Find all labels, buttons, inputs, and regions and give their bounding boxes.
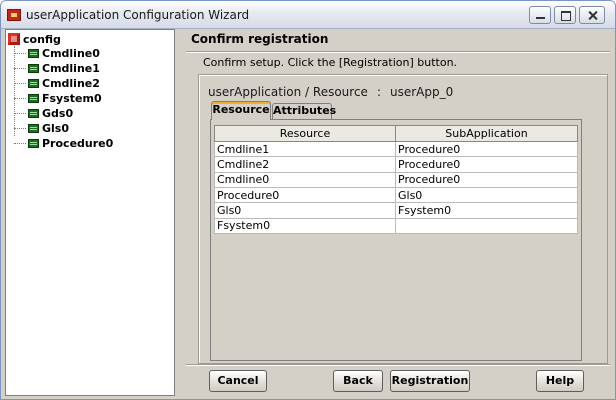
tree-item-label: Gds0: [42, 106, 74, 120]
instruction-text: Confirm setup. Click the [Registration] …: [203, 56, 458, 69]
tree-item-gls0[interactable]: Gls0: [14, 121, 69, 135]
title-bar[interactable]: userApplication Configuration Wizard: [1, 1, 615, 29]
config-root-icon: [8, 33, 20, 45]
table-row[interactable]: Procedure0 Gls0: [214, 186, 578, 204]
tree-branch: [14, 127, 26, 129]
resource-value: userApp_0: [389, 85, 454, 99]
tree-item-fsystem0[interactable]: Fsystem0: [14, 91, 102, 105]
table-header-row: Resource SubApplication: [214, 125, 578, 142]
resource-icon: [28, 78, 39, 88]
footer-divider: [186, 364, 610, 366]
resource-icon: [28, 123, 39, 133]
resource-icon: [28, 48, 39, 58]
cell-resource: Cmdline0: [214, 171, 396, 188]
tab-attributes[interactable]: Attributes: [272, 103, 336, 119]
registration-button[interactable]: Registration: [390, 370, 470, 392]
tree-item-label: Cmdline0: [42, 46, 100, 60]
tree-branch: [14, 97, 26, 99]
cell-resource: Fsystem0: [214, 217, 396, 235]
config-tree[interactable]: config Cmdline0 Cmdline1 Cmdline2 Fsyste…: [5, 29, 175, 396]
resource-icon: [28, 63, 39, 73]
app-icon: [7, 9, 21, 21]
cell-subapplication: Gls0: [395, 186, 578, 204]
table-row[interactable]: Cmdline2 Procedure0: [214, 156, 578, 173]
tree-branch: [14, 82, 26, 84]
tree-item-label: Gls0: [42, 121, 70, 135]
table-row[interactable]: Cmdline0 Procedure0: [214, 171, 578, 188]
maximize-button[interactable]: [554, 6, 576, 24]
column-header-resource[interactable]: Resource: [214, 125, 396, 142]
tree-item-cmdline0[interactable]: Cmdline0: [14, 46, 100, 60]
cell-resource: Cmdline2: [214, 156, 396, 173]
cell-resource: Procedure0: [214, 186, 396, 204]
cell-resource: Cmdline1: [214, 140, 396, 158]
table-row[interactable]: Fsystem0: [214, 217, 578, 235]
resource-icon: [28, 138, 39, 148]
tree-item-cmdline1[interactable]: Cmdline1: [14, 61, 100, 75]
tree-item-procedure0[interactable]: Procedure0: [14, 136, 113, 150]
configuration-wizard-window: userApplication Configuration Wizard con…: [0, 0, 616, 400]
resource-icon: [28, 93, 39, 103]
tree-branch: [14, 52, 26, 54]
window-title: userApplication Configuration Wizard: [26, 8, 250, 22]
resource-icon: [28, 108, 39, 118]
tree-branch: [14, 67, 26, 69]
back-button[interactable]: Back: [333, 370, 383, 392]
cell-subapplication: Procedure0: [395, 140, 578, 158]
page-title: Confirm registration: [191, 32, 329, 46]
tree-item-label: Procedure0: [42, 136, 114, 150]
header-divider: [186, 51, 610, 53]
cell-subapplication: Fsystem0: [395, 202, 578, 219]
tree-item-label: Fsystem0: [42, 91, 102, 105]
table-row[interactable]: Cmdline1 Procedure0: [214, 140, 578, 158]
tree-item-cmdline2[interactable]: Cmdline2: [14, 76, 100, 90]
tree-branch: [14, 112, 26, 114]
cell-subapplication: Procedure0: [395, 171, 578, 188]
cell-subapplication: [395, 217, 578, 235]
cell-resource: Gls0: [214, 202, 396, 219]
table-row[interactable]: Gls0 Fsystem0: [214, 202, 578, 219]
close-button[interactable]: [579, 6, 605, 24]
resource-label: userApplication / Resource: [208, 85, 368, 99]
column-header-subapplication[interactable]: SubApplication: [395, 125, 578, 142]
resource-header: userApplication / Resource: userApp_0: [208, 85, 453, 99]
resource-separator: :: [376, 85, 381, 99]
resource-table: Resource SubApplication Cmdline1 Procedu…: [214, 125, 578, 235]
tree-item-label: Cmdline2: [42, 76, 100, 90]
cell-subapplication: Procedure0: [395, 156, 578, 173]
tree-branch: [14, 142, 26, 144]
minimize-button[interactable]: [529, 6, 551, 24]
tree-root-label: config: [23, 32, 61, 46]
tab-resource[interactable]: Resource: [211, 101, 271, 120]
tree-item-gds0[interactable]: Gds0: [14, 106, 73, 120]
tree-root-config[interactable]: config: [8, 32, 61, 46]
tree-item-label: Cmdline1: [42, 61, 100, 75]
help-button[interactable]: Help: [536, 370, 584, 392]
cancel-button[interactable]: Cancel: [209, 370, 267, 392]
